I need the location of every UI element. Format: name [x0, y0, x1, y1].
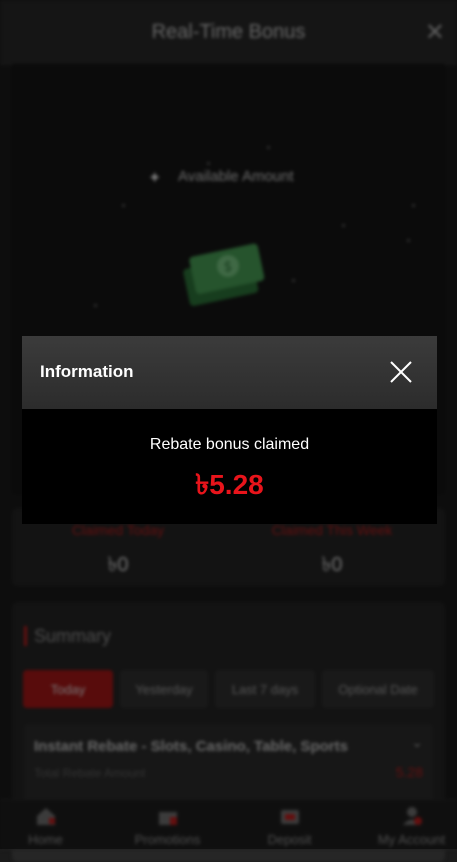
- dialog-message: Rebate bonus claimed: [149, 436, 310, 453]
- dialog-body: Rebate bonus claimed ৳5.28: [22, 409, 437, 524]
- dialog-header: Information: [22, 336, 437, 409]
- close-icon[interactable]: [387, 358, 415, 386]
- claimed-amount: ৳5.28: [195, 469, 264, 500]
- information-dialog: Information Rebate bonus claimed ৳5.28: [22, 336, 437, 524]
- dialog-title: Information: [40, 362, 134, 381]
